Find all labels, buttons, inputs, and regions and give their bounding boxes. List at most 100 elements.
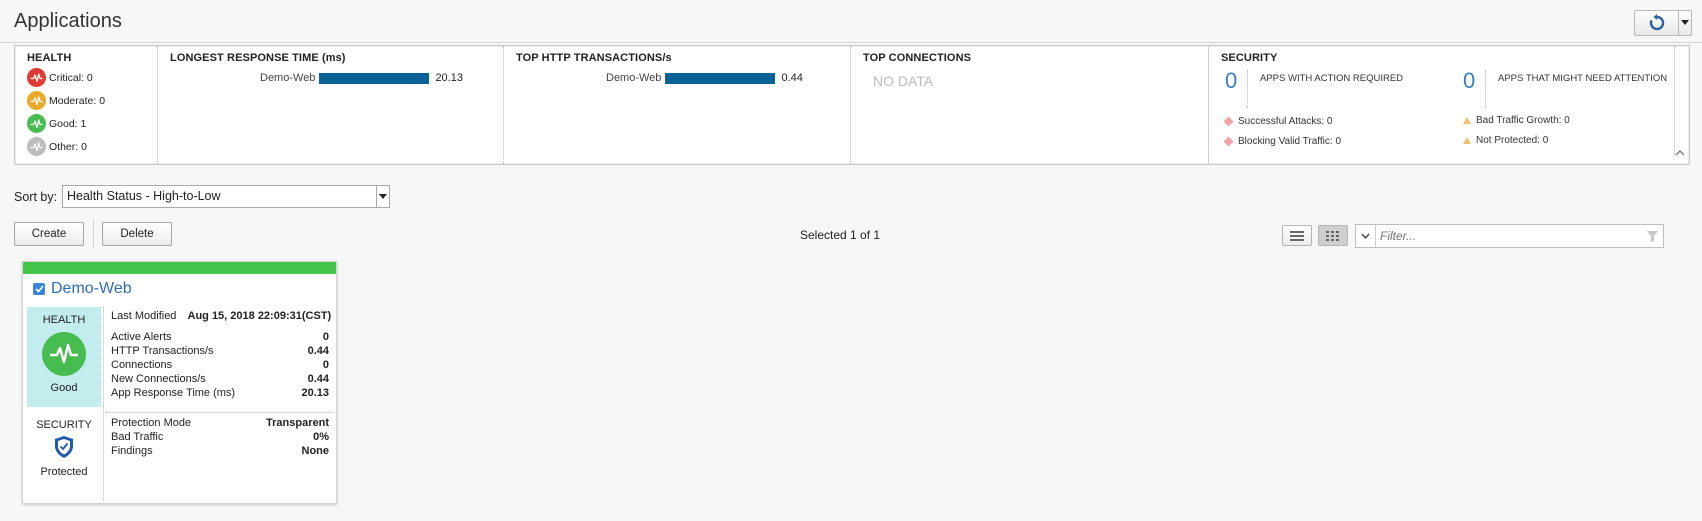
card-metric-value: 0.44: [307, 345, 329, 357]
health-item: Other: 0: [27, 137, 157, 156]
card-security-row: Findings None: [111, 444, 329, 459]
refresh-control: [1634, 10, 1692, 36]
card-app-name[interactable]: Demo-Web: [51, 280, 132, 298]
list-view-button[interactable]: [1282, 225, 1312, 246]
card-security-status: Protected: [40, 466, 88, 478]
refresh-icon: [1649, 14, 1664, 31]
card-security-row-label: Bad Traffic: [111, 431, 164, 443]
attention-label: APPS THAT MIGHT NEED ATTENTION: [1498, 73, 1668, 84]
pulse-icon: [42, 332, 86, 376]
card-metric-value: 0: [322, 331, 329, 343]
page-title: Applications: [14, 10, 122, 32]
delete-button[interactable]: Delete: [102, 222, 172, 246]
card-security-row-value: Transparent: [266, 417, 329, 429]
connections-title: TOP CONNECTIONS: [863, 52, 972, 64]
card-metric-label: Connections: [111, 359, 173, 371]
not-protected-label: Not Protected: 0: [1476, 135, 1549, 146]
transactions-summary: TOP HTTP TRANSACTIONS/s Demo-Web 0.44: [504, 46, 851, 164]
card-health-label: HEALTH: [42, 314, 86, 326]
health-summary: HEALTH Critical: 0 Moderate: 0 Good: 1 Othe…: [15, 46, 158, 164]
last-modified-label: Last Modified: [111, 310, 177, 322]
response-bar-row: Demo-Web 20.13: [260, 72, 503, 84]
card-metric-value: 0.44: [307, 373, 329, 385]
filter-box: [1355, 224, 1664, 248]
bad-traffic-growth-label: Bad Traffic Growth: 0: [1476, 115, 1570, 126]
pulse-icon: [27, 91, 46, 110]
selection-count: Selected 1 of 1: [800, 228, 881, 242]
refresh-button[interactable]: [1635, 11, 1679, 35]
checkmark-icon: [34, 285, 44, 293]
card-health-tile: HEALTH Good: [27, 307, 101, 407]
security-divider: [1674, 46, 1675, 156]
card-horizontal-divider: [105, 412, 333, 413]
connections-nodata: NO DATA: [873, 73, 934, 89]
card-title-row: Demo-Web: [33, 280, 132, 298]
transactions-bar: [665, 72, 776, 84]
transactions-bar-value: 0.44: [781, 72, 803, 84]
response-bar-value: 20.13: [435, 72, 463, 84]
health-item: Good: 1: [27, 114, 157, 133]
card-metric-row: HTTP Transactions/s 0.44: [111, 344, 329, 359]
card-security-row-value: None: [301, 445, 330, 457]
app-card[interactable]: Demo-Web HEALTH Good SECURITY Protected …: [22, 261, 337, 504]
transactions-bar-label: Demo-Web: [606, 72, 662, 84]
warning-icon: [1463, 117, 1471, 124]
connections-summary: TOP CONNECTIONS NO DATA: [851, 46, 1209, 164]
sort-by-label: Sort by:: [14, 190, 58, 204]
card-security-row: Protection Mode Transparent: [111, 416, 329, 431]
shield-icon: [53, 435, 75, 462]
card-security-label: SECURITY: [36, 419, 92, 431]
response-bar: [319, 72, 430, 84]
security-title: SECURITY: [1221, 52, 1278, 64]
diamond-icon: [1223, 136, 1234, 147]
card-health-status: Good: [50, 382, 78, 394]
grid-view-icon: [1326, 230, 1339, 241]
response-title: LONGEST RESPONSE TIME (ms): [170, 52, 346, 64]
pulse-icon: [27, 137, 46, 156]
card-checkbox[interactable]: [33, 283, 45, 295]
health-item-label: Other: 0: [49, 140, 87, 153]
sort-select[interactable]: Health Status - High-to-Low: [62, 185, 390, 208]
health-list: Critical: 0 Moderate: 0 Good: 1 Other: 0: [27, 68, 157, 156]
warning-icon: [1463, 137, 1471, 144]
funnel-icon[interactable]: [1641, 230, 1663, 242]
sort-select-value: Health Status - High-to-Low: [67, 189, 221, 203]
blocking-valid: Blocking Valid Traffic: 0: [1223, 136, 1341, 147]
health-item-label: Good: 1: [49, 117, 87, 130]
grid-view-button[interactable]: [1318, 225, 1348, 246]
pulse-icon: [27, 68, 46, 87]
health-item-label: Critical: 0: [49, 71, 93, 84]
transactions-bar-row: Demo-Web 0.44: [606, 72, 850, 84]
card-metric-value: 0: [322, 359, 329, 371]
collapse-button[interactable]: [1675, 146, 1685, 160]
card-vertical-divider: [103, 307, 104, 500]
successful-attacks-label: Successful Attacks: 0: [1238, 116, 1333, 127]
toolbar-separator: [93, 220, 94, 248]
card-security-row-label: Findings: [111, 445, 153, 457]
chevron-down-icon: [1361, 233, 1370, 239]
health-item-label: Moderate: 0: [49, 94, 106, 107]
card-metric-value: 20.13: [301, 387, 329, 399]
diamond-icon: [1223, 116, 1234, 127]
chevron-up-icon: [1675, 150, 1685, 156]
card-health-strip: [23, 262, 336, 274]
last-modified-value: Aug 15, 2018 22:09:31(CST): [187, 310, 332, 322]
security-summary: SECURITY 0 APPS WITH ACTION REQUIRED 0 A…: [1209, 46, 1689, 164]
refresh-dropdown-button[interactable]: [1679, 11, 1691, 35]
card-metric-row: New Connections/s 0.44: [111, 372, 329, 387]
create-button[interactable]: Create: [14, 222, 84, 246]
response-bar-label: Demo-Web: [260, 72, 316, 84]
bad-traffic-growth: Bad Traffic Growth: 0: [1463, 115, 1570, 126]
filter-input[interactable]: [1376, 229, 1641, 243]
chevron-down-icon: [376, 186, 389, 207]
caret-down-icon: [1681, 20, 1689, 25]
not-protected: Not Protected: 0: [1463, 135, 1548, 146]
card-security-row: Bad Traffic 0%: [111, 430, 329, 445]
health-item: Critical: 0: [27, 68, 157, 87]
last-modified: Last Modified Aug 15, 2018 22:09:31(CST): [111, 310, 331, 322]
filter-dropdown-button[interactable]: [1356, 225, 1376, 247]
summary-panel: HEALTH Critical: 0 Moderate: 0 Good: 1 Othe…: [14, 45, 1690, 165]
card-metric-label: New Connections/s: [111, 373, 206, 385]
response-summary: LONGEST RESPONSE TIME (ms) Demo-Web 20.1…: [158, 46, 504, 164]
transactions-title: TOP HTTP TRANSACTIONS/s: [516, 52, 672, 64]
